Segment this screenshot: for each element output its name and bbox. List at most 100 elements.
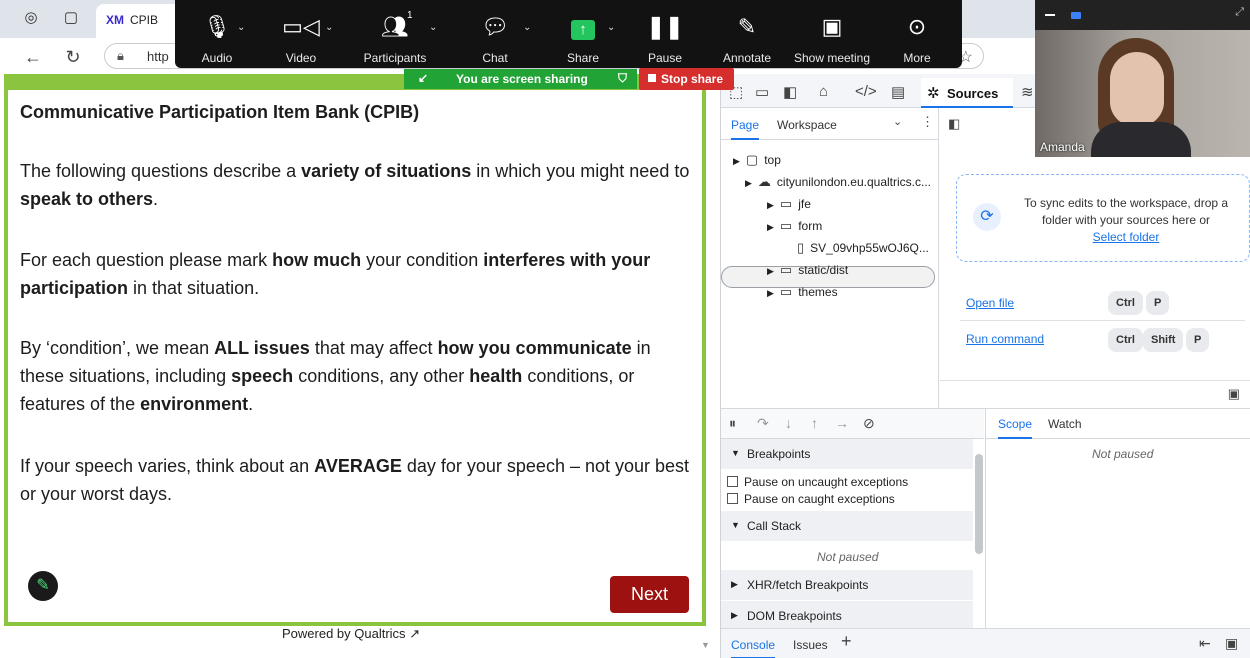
expand-arrow-icon: ▶ <box>767 222 774 232</box>
collapse-arrow-icon: ▼ <box>731 448 740 458</box>
stop-share-button[interactable]: Stop share <box>639 68 734 90</box>
pause-uncaught-checkbox[interactable]: Pause on uncaught exceptions <box>727 475 908 489</box>
tree-label: form <box>798 219 823 233</box>
scope-not-paused: Not paused <box>1092 447 1154 461</box>
reload-icon[interactable]: ↻ <box>62 46 84 68</box>
run-command-link[interactable]: Run command <box>966 332 1044 346</box>
zoom-meeting-toolbar: 🎙︎ ⌄ Audio ▭◁ ⌄ Video 👥︎ 1 ⌄ Participant… <box>175 0 962 68</box>
open-file-link[interactable]: Open file <box>966 296 1014 310</box>
next-button[interactable]: Next <box>610 576 689 613</box>
tree-item-jfe[interactable]: ▶ ▭ jfe <box>767 196 811 212</box>
elements-code-icon[interactable]: </> <box>855 83 877 100</box>
show-meeting-button[interactable]: ▣ Show meeting <box>787 0 877 68</box>
annotate-button[interactable]: ✎ Annotate <box>711 0 783 68</box>
video-person-body <box>1091 122 1191 157</box>
select-folder-link[interactable]: Select folder <box>1093 230 1160 244</box>
workspace-drop-zone[interactable]: ⟳ To sync edits to the workspace, drop a… <box>956 174 1250 262</box>
video-label: Video <box>285 51 317 65</box>
video-button[interactable]: ▭◁ ⌄ Video <box>265 0 337 68</box>
screen-sharing-banner: ↙ You are screen sharing ⛉ <box>404 69 637 89</box>
toggle-drawer-icon[interactable]: ▣ <box>1228 386 1240 402</box>
chevron-down-icon[interactable]: ⌄ <box>607 22 615 33</box>
lock-icon[interactable]: 🔒︎ <box>117 48 124 64</box>
step-icon[interactable]: → <box>835 415 849 431</box>
more-button[interactable]: ⊙ More <box>881 0 953 68</box>
kbd-ctrl: Ctrl <box>1108 291 1143 315</box>
tab-sources[interactable]: ✲ Sources <box>921 78 1013 108</box>
tab-sources-label: Sources <box>947 86 999 101</box>
tree-item-sv-file[interactable]: ▯ SV_09vhp55wOJ6Q... <box>797 240 929 256</box>
expand-icon[interactable]: ⤢ <box>1235 6 1244 19</box>
collapse-arrow-icon: ▼ <box>731 520 740 530</box>
pause-icon: ❚❚ <box>646 14 684 39</box>
close-drawer-icon[interactable]: ▣ <box>1225 635 1238 652</box>
tab-workspace[interactable]: Workspace <box>777 118 837 132</box>
tab-list-icon[interactable]: ▢ <box>62 9 80 27</box>
toggle-navigator-icon[interactable]: ◧ <box>948 116 960 132</box>
back-icon[interactable]: ← <box>22 46 44 68</box>
tree-item-domain[interactable]: ▶ ☁︎ cityunilondon.eu.qualtrics.c... <box>745 174 931 190</box>
device-toolbar-icon[interactable]: ▭ <box>755 83 769 101</box>
dock-side-icon[interactable]: ⇤ <box>1199 635 1211 652</box>
add-tab-plus-icon[interactable]: + <box>841 631 852 652</box>
tab-watch[interactable]: Watch <box>1048 417 1082 431</box>
tab-console[interactable]: Console <box>731 638 776 658</box>
more-label: More <box>903 51 931 65</box>
view-mode-icon[interactable] <box>1071 12 1081 19</box>
checkbox-label: Pause on uncaught exceptions <box>744 475 909 489</box>
browser-tab-cpib[interactable]: XM CPIB <box>96 4 186 38</box>
section-title: Breakpoints <box>747 447 811 461</box>
scope-tabs: Scope Watch <box>986 409 1250 439</box>
kbd-shift: Shift <box>1143 328 1184 352</box>
chevron-down-icon[interactable]: ⌄ <box>325 22 333 33</box>
section-breakpoints[interactable]: ▼ Breakpoints <box>721 439 973 469</box>
section-dom-breakpoints[interactable]: ▶ DOM Breakpoints <box>721 601 973 629</box>
step-over-icon[interactable]: ↷ <box>757 415 769 432</box>
chevron-down-icon[interactable]: ⌄ <box>893 115 902 128</box>
tree-item-themes[interactable]: ▶ ▭ themes <box>767 284 838 300</box>
resume-pause-icon[interactable]: ⏸ <box>729 415 736 432</box>
step-out-icon[interactable]: ↑ <box>811 415 818 431</box>
console-warning-icon[interactable]: ▤ <box>891 83 905 101</box>
participants-label: Participants <box>363 51 427 65</box>
tab-groups-icon[interactable]: ◎ <box>22 9 40 27</box>
folder-icon: ▭ <box>779 262 793 277</box>
step-into-icon[interactable]: ↓ <box>785 415 792 431</box>
tree-item-top[interactable]: ▶ ▢ top <box>733 152 781 168</box>
chevron-down-icon[interactable]: ⌄ <box>237 22 245 33</box>
expand-arrow-icon: ▶ <box>745 178 752 188</box>
debugger-scrollbar[interactable] <box>975 454 983 554</box>
kebab-menu-icon[interactable]: ⋮ <box>921 114 934 130</box>
share-button[interactable]: ↑ ⌄ Share <box>547 0 619 68</box>
tree-item-form[interactable]: ▶ ▭ form <box>767 218 822 234</box>
tab-page[interactable]: Page <box>731 118 760 140</box>
section-title: DOM Breakpoints <box>747 609 842 623</box>
dock-icon[interactable]: ◧ <box>783 83 797 101</box>
audio-button[interactable]: 🎙︎ ⌄ Audio <box>181 0 253 68</box>
cloud-icon: ☁︎ <box>757 174 771 189</box>
participants-button[interactable]: 👥︎ 1 ⌄ Participants <box>359 0 438 68</box>
deactivate-breakpoints-icon[interactable]: ⊘ <box>863 415 875 432</box>
pause-caught-checkbox[interactable]: Pause on caught exceptions <box>727 492 895 506</box>
participant-video-tile[interactable]: ⤢ Amanda <box>1035 0 1250 157</box>
scroll-down-arrow-icon[interactable]: ▼ <box>701 640 710 650</box>
chevron-down-icon[interactable]: ⌄ <box>429 22 437 33</box>
tab-issues[interactable]: Issues <box>793 638 828 652</box>
tree-item-static-dist[interactable]: ▶ ▭ static/dist <box>767 262 848 278</box>
drop-instructions: To sync edits to the workspace, drop a f… <box>1023 196 1229 227</box>
chat-label: Chat <box>482 51 508 65</box>
pause-button[interactable]: ❚❚ Pause <box>629 0 701 68</box>
welcome-home-icon[interactable]: ⌂ <box>819 83 828 100</box>
network-wifi-icon[interactable]: ≋ <box>1021 83 1034 101</box>
tab-scope[interactable]: Scope <box>998 417 1033 439</box>
section-title: Call Stack <box>747 519 802 533</box>
minimize-icon[interactable] <box>1045 14 1055 16</box>
kbd-ctrl-2: Ctrl <box>1108 328 1143 352</box>
share-label: Share <box>566 51 600 65</box>
chat-button[interactable]: 💬︎ ⌄ Chat <box>459 0 531 68</box>
chevron-down-icon[interactable]: ⌄ <box>523 22 531 33</box>
edit-pencil-icon[interactable]: ✎ <box>28 571 58 601</box>
section-call-stack[interactable]: ▼ Call Stack <box>721 511 973 541</box>
section-xhr-breakpoints[interactable]: ▶ XHR/fetch Breakpoints <box>721 570 973 600</box>
powered-by-qualtrics[interactable]: Powered by Qualtrics ↗ <box>282 626 420 642</box>
